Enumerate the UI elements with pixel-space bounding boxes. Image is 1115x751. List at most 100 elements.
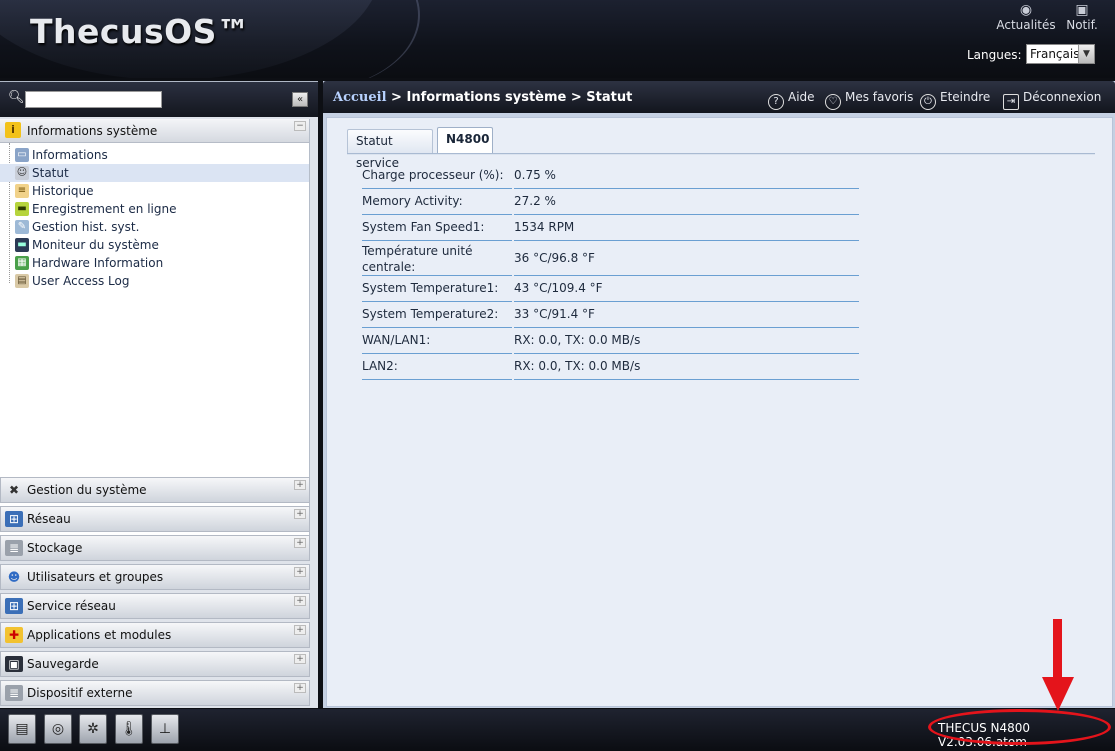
sidebar-item-moniteur[interactable]: ▬ Moniteur du système: [0, 236, 309, 254]
sidebar-item-gestion-hist[interactable]: ✎ Gestion hist. syst.: [0, 218, 309, 236]
status-value: 33 °C/91.4 °F: [514, 302, 859, 328]
news-button[interactable]: ◉ Actualités: [996, 2, 1056, 32]
breadcrumb-home-link[interactable]: Accueil: [333, 90, 387, 105]
favorites-button[interactable]: ♡ Mes favoris: [825, 90, 913, 110]
sidebar-item-label: Hardware Information: [32, 256, 164, 270]
status-row: System Fan Speed1: 1534 RPM: [362, 215, 862, 241]
panel-service-reseau[interactable]: ⊞ Service réseau +: [0, 593, 310, 619]
expand-panel-icon[interactable]: +: [294, 509, 306, 519]
register-icon: ▬: [15, 202, 29, 216]
clipboard-icon: ≡: [15, 184, 29, 198]
panel-label: Stockage: [27, 541, 83, 555]
status-row: WAN/LAN1: RX: 0.0, TX: 0.0 MB/s: [362, 328, 862, 354]
disk-icon[interactable]: ◎: [44, 714, 72, 744]
panel-label: Sauvegarde: [27, 657, 99, 671]
shutdown-button[interactable]: ⏻ Eteindre: [920, 90, 990, 110]
notifications-button[interactable]: ▣ Notif.: [1060, 2, 1104, 32]
top-header: ThecusOS™ ◉ Actualités ▣ Notif. Langues:…: [0, 0, 1115, 78]
status-value: RX: 0.0, TX: 0.0 MB/s: [514, 328, 859, 354]
sidebar-item-label: User Access Log: [32, 274, 130, 288]
expand-panel-icon[interactable]: +: [294, 683, 306, 693]
expand-panel-icon[interactable]: +: [294, 654, 306, 664]
annotation-oval: [928, 709, 1111, 745]
collapsed-panels: ✖ Gestion du système + ⊞ Réseau + ≣ Stoc…: [0, 477, 310, 709]
info-tree: ▭ Informations ☺ Statut ≡ Historique ▬ E…: [0, 143, 309, 290]
panel-label: Service réseau: [27, 599, 116, 613]
sidebar-item-label: Moniteur du système: [32, 238, 159, 252]
external-icon: ≣: [5, 685, 23, 701]
panel-applications[interactable]: ✚ Applications et modules +: [0, 622, 310, 648]
sidebar-item-label: Enregistrement en ligne: [32, 202, 177, 216]
sidebar-search-bar: 🔍︎ «: [0, 82, 318, 117]
sidebar-item-label: Gestion hist. syst.: [32, 220, 140, 234]
status-table: Charge processeur (%): 0.75 % Memory Act…: [362, 163, 862, 380]
tab-statut-service[interactable]: Statut service: [347, 129, 433, 170]
expand-panel-icon[interactable]: +: [294, 625, 306, 635]
log-icon: ✎: [15, 220, 29, 234]
status-label: WAN/LAN1:: [362, 328, 512, 354]
network-tree-icon[interactable]: ⊥: [151, 714, 179, 744]
sidebar-item-historique[interactable]: ≡ Historique: [0, 182, 309, 200]
sidebar-item-informations[interactable]: ▭ Informations: [0, 146, 309, 164]
speech-bubble-icon: ▣: [1075, 2, 1089, 18]
arrow-head: [1042, 677, 1074, 711]
status-label: System Fan Speed1:: [362, 215, 512, 241]
status-label: LAN2:: [362, 354, 512, 380]
news-label: Actualités: [996, 18, 1056, 32]
hardware-icon: ▦: [15, 256, 29, 270]
footer-bar: ▤ ◎ ✲ 🌡︎ ⊥ THECUS N4800 V2.03.06.atom: [0, 709, 1115, 751]
monitor-icon: ▭: [15, 148, 29, 162]
status-value: 1534 RPM: [514, 215, 859, 241]
panel-gestion-systeme[interactable]: ✖ Gestion du système +: [0, 477, 310, 503]
expand-panel-icon[interactable]: +: [294, 567, 306, 577]
breadcrumb: Accueil > Informations système > Statut: [333, 90, 632, 105]
access-log-icon: ▤: [15, 274, 29, 288]
expand-panel-icon[interactable]: +: [294, 538, 306, 548]
panel-sauvegarde[interactable]: ▣ Sauvegarde +: [0, 651, 310, 677]
panel-dispositif-externe[interactable]: ≣ Dispositif externe +: [0, 680, 310, 706]
server-status-icon[interactable]: ▤: [8, 714, 36, 744]
logout-button[interactable]: ⇥ Déconnexion: [1003, 90, 1101, 110]
status-row: Memory Activity: 27.2 %: [362, 189, 862, 215]
panel-label: Gestion du système: [27, 483, 147, 497]
sidebar-item-hardware[interactable]: ▦ Hardware Information: [0, 254, 309, 272]
panel-stockage[interactable]: ≣ Stockage +: [0, 535, 310, 561]
heart-icon: ♡: [825, 94, 841, 110]
fan-icon[interactable]: ✲: [79, 714, 107, 744]
search-input[interactable]: [25, 91, 162, 108]
sidebar-item-statut[interactable]: ☺ Statut: [0, 164, 309, 182]
info-panel-title: Informations système: [27, 124, 158, 138]
sidebar-item-enregistrement[interactable]: ▬ Enregistrement en ligne: [0, 200, 309, 218]
expand-panel-icon[interactable]: +: [294, 480, 306, 490]
panel-label: Dispositif externe: [27, 686, 133, 700]
status-row: Température unité centrale: 36 °C/96.8 °…: [362, 241, 862, 276]
sidebar-item-user-access-log[interactable]: ▤ User Access Log: [0, 272, 309, 290]
help-button[interactable]: ? Aide: [768, 90, 815, 110]
panel-reseau[interactable]: ⊞ Réseau +: [0, 506, 310, 532]
question-icon: ?: [768, 94, 784, 110]
breadcrumb-path: > Informations système > Statut: [386, 90, 633, 105]
main-area: Accueil > Informations système > Statut …: [323, 81, 1115, 708]
status-row: System Temperature2: 33 °C/91.4 °F: [362, 302, 862, 328]
language-select[interactable]: Français ▼: [1026, 44, 1095, 64]
info-panel-header[interactable]: i Informations système −: [0, 119, 309, 143]
language-label: Langues:: [967, 48, 1022, 62]
network-icon: ⊞: [5, 511, 23, 527]
notif-label: Notif.: [1066, 18, 1098, 32]
thermometer-icon[interactable]: 🌡︎: [115, 714, 143, 744]
search-icon: 🔍︎: [8, 90, 25, 105]
panel-utilisateurs[interactable]: ☻ Utilisateurs et groupes +: [0, 564, 310, 590]
main-toolbar: Accueil > Informations système > Statut …: [323, 81, 1115, 113]
users-icon: ☻: [7, 570, 21, 584]
tab-n4800[interactable]: N4800: [437, 127, 493, 155]
power-icon: ⏻: [920, 94, 936, 110]
panel-label: Utilisateurs et groupes: [27, 570, 164, 584]
collapse-sidebar-button[interactable]: «: [292, 92, 308, 107]
rss-icon: ◉: [1019, 2, 1033, 18]
language-value: Français: [1030, 47, 1080, 61]
person-icon: ☺: [15, 166, 29, 180]
content-panel: Statut service N4800 Charge processeur (…: [326, 117, 1113, 707]
monitor2-icon: ▬: [15, 238, 29, 252]
collapse-panel-icon[interactable]: −: [294, 121, 306, 131]
expand-panel-icon[interactable]: +: [294, 596, 306, 606]
